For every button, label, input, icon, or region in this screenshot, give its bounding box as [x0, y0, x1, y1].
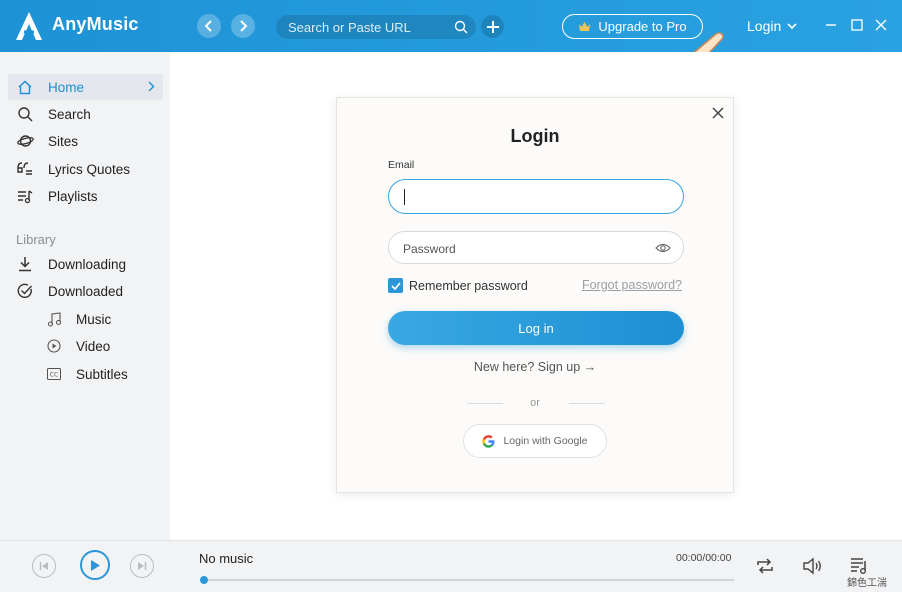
eye-icon[interactable]	[655, 242, 671, 254]
home-icon	[16, 78, 34, 96]
search-icon[interactable]	[454, 20, 468, 34]
login-with-google-button[interactable]: Login with Google	[463, 424, 607, 458]
cc-icon: CC	[46, 366, 62, 382]
skip-back-icon	[39, 562, 48, 570]
music-note-icon	[46, 311, 62, 327]
anymusic-logo-icon	[16, 12, 42, 40]
sidebar-item-label: Playlists	[48, 188, 98, 204]
next-track-button[interactable]	[130, 554, 154, 578]
app-name: AnyMusic	[52, 14, 139, 34]
close-window-icon[interactable]	[873, 17, 889, 33]
search-box[interactable]	[276, 15, 476, 39]
email-input[interactable]	[403, 188, 643, 206]
plus-icon	[486, 20, 499, 33]
remember-label: Remember password	[409, 278, 528, 293]
sidebar-item-label: Home	[48, 79, 85, 95]
repeat-icon[interactable]	[754, 555, 776, 577]
watermark-text: 錦色工湍	[847, 578, 887, 589]
progress-bar[interactable]	[202, 579, 734, 581]
sidebar-item-label: Downloading	[48, 256, 127, 272]
quote-icon	[16, 160, 34, 178]
login-menu[interactable]: Login	[747, 18, 797, 34]
player-bar: No music 00:00/00:00	[0, 540, 902, 592]
library-header: Library	[16, 232, 56, 247]
sidebar-item-label: Search	[48, 106, 91, 122]
play-button[interactable]	[80, 550, 110, 580]
check-circle-icon	[16, 282, 34, 300]
playlist-icon	[16, 187, 34, 205]
skip-forward-icon	[138, 562, 147, 570]
remember-password-option[interactable]: Remember password	[388, 278, 528, 293]
dialog-title: Login	[510, 126, 560, 146]
play-icon	[91, 559, 100, 571]
minimize-icon[interactable]	[823, 17, 839, 33]
sidebar-item-lyrics-quotes[interactable]: Lyrics Quotes	[8, 156, 163, 182]
sidebar-item-search[interactable]: Search	[8, 101, 163, 127]
close-icon[interactable]	[711, 106, 725, 120]
chevron-right-icon	[240, 20, 248, 32]
sidebar-item-video[interactable]: Video	[46, 334, 110, 358]
sidebar: Home Search Sites Lyrics Quotes Playlist…	[0, 52, 170, 540]
google-icon	[482, 434, 495, 448]
sidebar-item-sites[interactable]: Sites	[8, 128, 163, 154]
password-input[interactable]	[403, 240, 643, 258]
google-button-label: Login with Google	[503, 435, 588, 447]
sidebar-item-playlists[interactable]: Playlists	[8, 183, 163, 209]
login-dialog: Login Email Remember password Forgot pas…	[336, 97, 734, 493]
crown-icon	[579, 22, 591, 31]
previous-track-button[interactable]	[32, 554, 56, 578]
add-url-button[interactable]	[481, 15, 504, 38]
sidebar-item-label: Sites	[48, 133, 79, 149]
back-button[interactable]	[197, 14, 221, 38]
text-cursor	[404, 189, 405, 205]
sidebar-item-label: Downloaded	[48, 283, 124, 299]
chevron-down-icon	[787, 22, 797, 29]
search-input[interactable]	[288, 17, 448, 37]
or-separator: or	[530, 397, 540, 409]
email-label: Email	[388, 159, 415, 171]
sidebar-item-label: Video	[76, 338, 111, 354]
search-icon	[16, 105, 34, 123]
volume-icon[interactable]	[801, 555, 823, 577]
divider-right	[569, 403, 605, 404]
sidebar-item-subtitles[interactable]: CC Subtitles	[46, 362, 128, 386]
sign-up-link[interactable]: New here? Sign up →	[337, 360, 733, 374]
sidebar-item-downloading[interactable]: Downloading	[8, 251, 163, 277]
log-in-button[interactable]: Log in	[388, 311, 684, 345]
maximize-icon[interactable]	[849, 17, 865, 33]
sidebar-item-home[interactable]: Home	[8, 74, 163, 100]
sidebar-item-label: Lyrics Quotes	[48, 161, 131, 177]
planet-icon	[16, 132, 34, 150]
remember-checkbox[interactable]	[388, 278, 403, 293]
login-menu-label: Login	[747, 18, 782, 34]
sidebar-item-label: Music	[76, 311, 112, 327]
email-field[interactable]	[388, 179, 684, 214]
password-field[interactable]	[388, 231, 684, 264]
forgot-password-link[interactable]: Forgot password?	[582, 278, 682, 292]
playback-time: 00:00/00:00	[676, 552, 732, 564]
sidebar-item-downloaded[interactable]: Downloaded	[8, 278, 163, 304]
play-circle-icon	[46, 338, 62, 354]
download-icon	[16, 255, 34, 273]
chevron-right-icon	[148, 81, 155, 92]
chevron-left-icon	[204, 20, 212, 32]
sidebar-item-label: Subtitles	[76, 366, 128, 382]
svg-text:CC: CC	[50, 372, 58, 379]
checkmark-icon	[390, 281, 401, 290]
now-playing-title: No music	[199, 551, 254, 566]
forward-button[interactable]	[231, 14, 255, 38]
progress-handle[interactable]	[200, 576, 208, 584]
sidebar-item-music[interactable]: Music	[46, 307, 111, 331]
title-bar: AnyMusic Upgrade to Pro Login	[0, 0, 902, 52]
